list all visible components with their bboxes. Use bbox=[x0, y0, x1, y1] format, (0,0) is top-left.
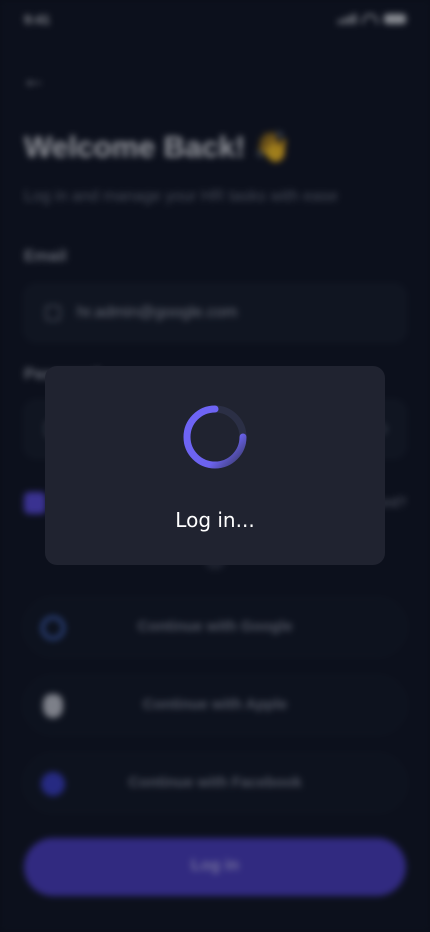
continue-with-facebook-button[interactable]: Continue with Facebook bbox=[24, 754, 406, 812]
signal-icon bbox=[338, 14, 356, 24]
wifi-icon bbox=[362, 14, 378, 24]
google-button-label: Continue with Google bbox=[137, 618, 293, 635]
facebook-button-label: Continue with Facebook bbox=[128, 774, 302, 791]
loading-text: Log in... bbox=[175, 508, 255, 532]
mail-icon bbox=[45, 305, 61, 321]
continue-with-google-button[interactable]: Continue with Google bbox=[24, 598, 406, 656]
battery-icon bbox=[384, 14, 406, 24]
email-value: hr.admin@google.com bbox=[77, 304, 238, 321]
loading-spinner-icon bbox=[183, 405, 247, 469]
email-field[interactable]: hr.admin@google.com bbox=[24, 284, 406, 342]
back-arrow-icon[interactable]: ← bbox=[22, 66, 54, 94]
page-subtitle: Log in and manage your HR tasks with eas… bbox=[24, 188, 338, 205]
email-label: Email bbox=[24, 248, 67, 265]
status-time: 9:41 bbox=[24, 12, 51, 27]
login-button-label: Log in bbox=[191, 857, 239, 874]
status-bar: 9:41 bbox=[0, 0, 430, 40]
loading-dialog: Log in... bbox=[45, 366, 385, 565]
login-button[interactable]: Log in bbox=[24, 838, 406, 896]
remember-me-checkbox[interactable] bbox=[24, 492, 46, 514]
apple-button-label: Continue with Apple bbox=[142, 696, 288, 713]
page-title: Welcome Back! 👋 bbox=[24, 131, 291, 164]
status-icons bbox=[338, 14, 406, 24]
continue-with-apple-button[interactable]: Continue with Apple bbox=[24, 676, 406, 734]
